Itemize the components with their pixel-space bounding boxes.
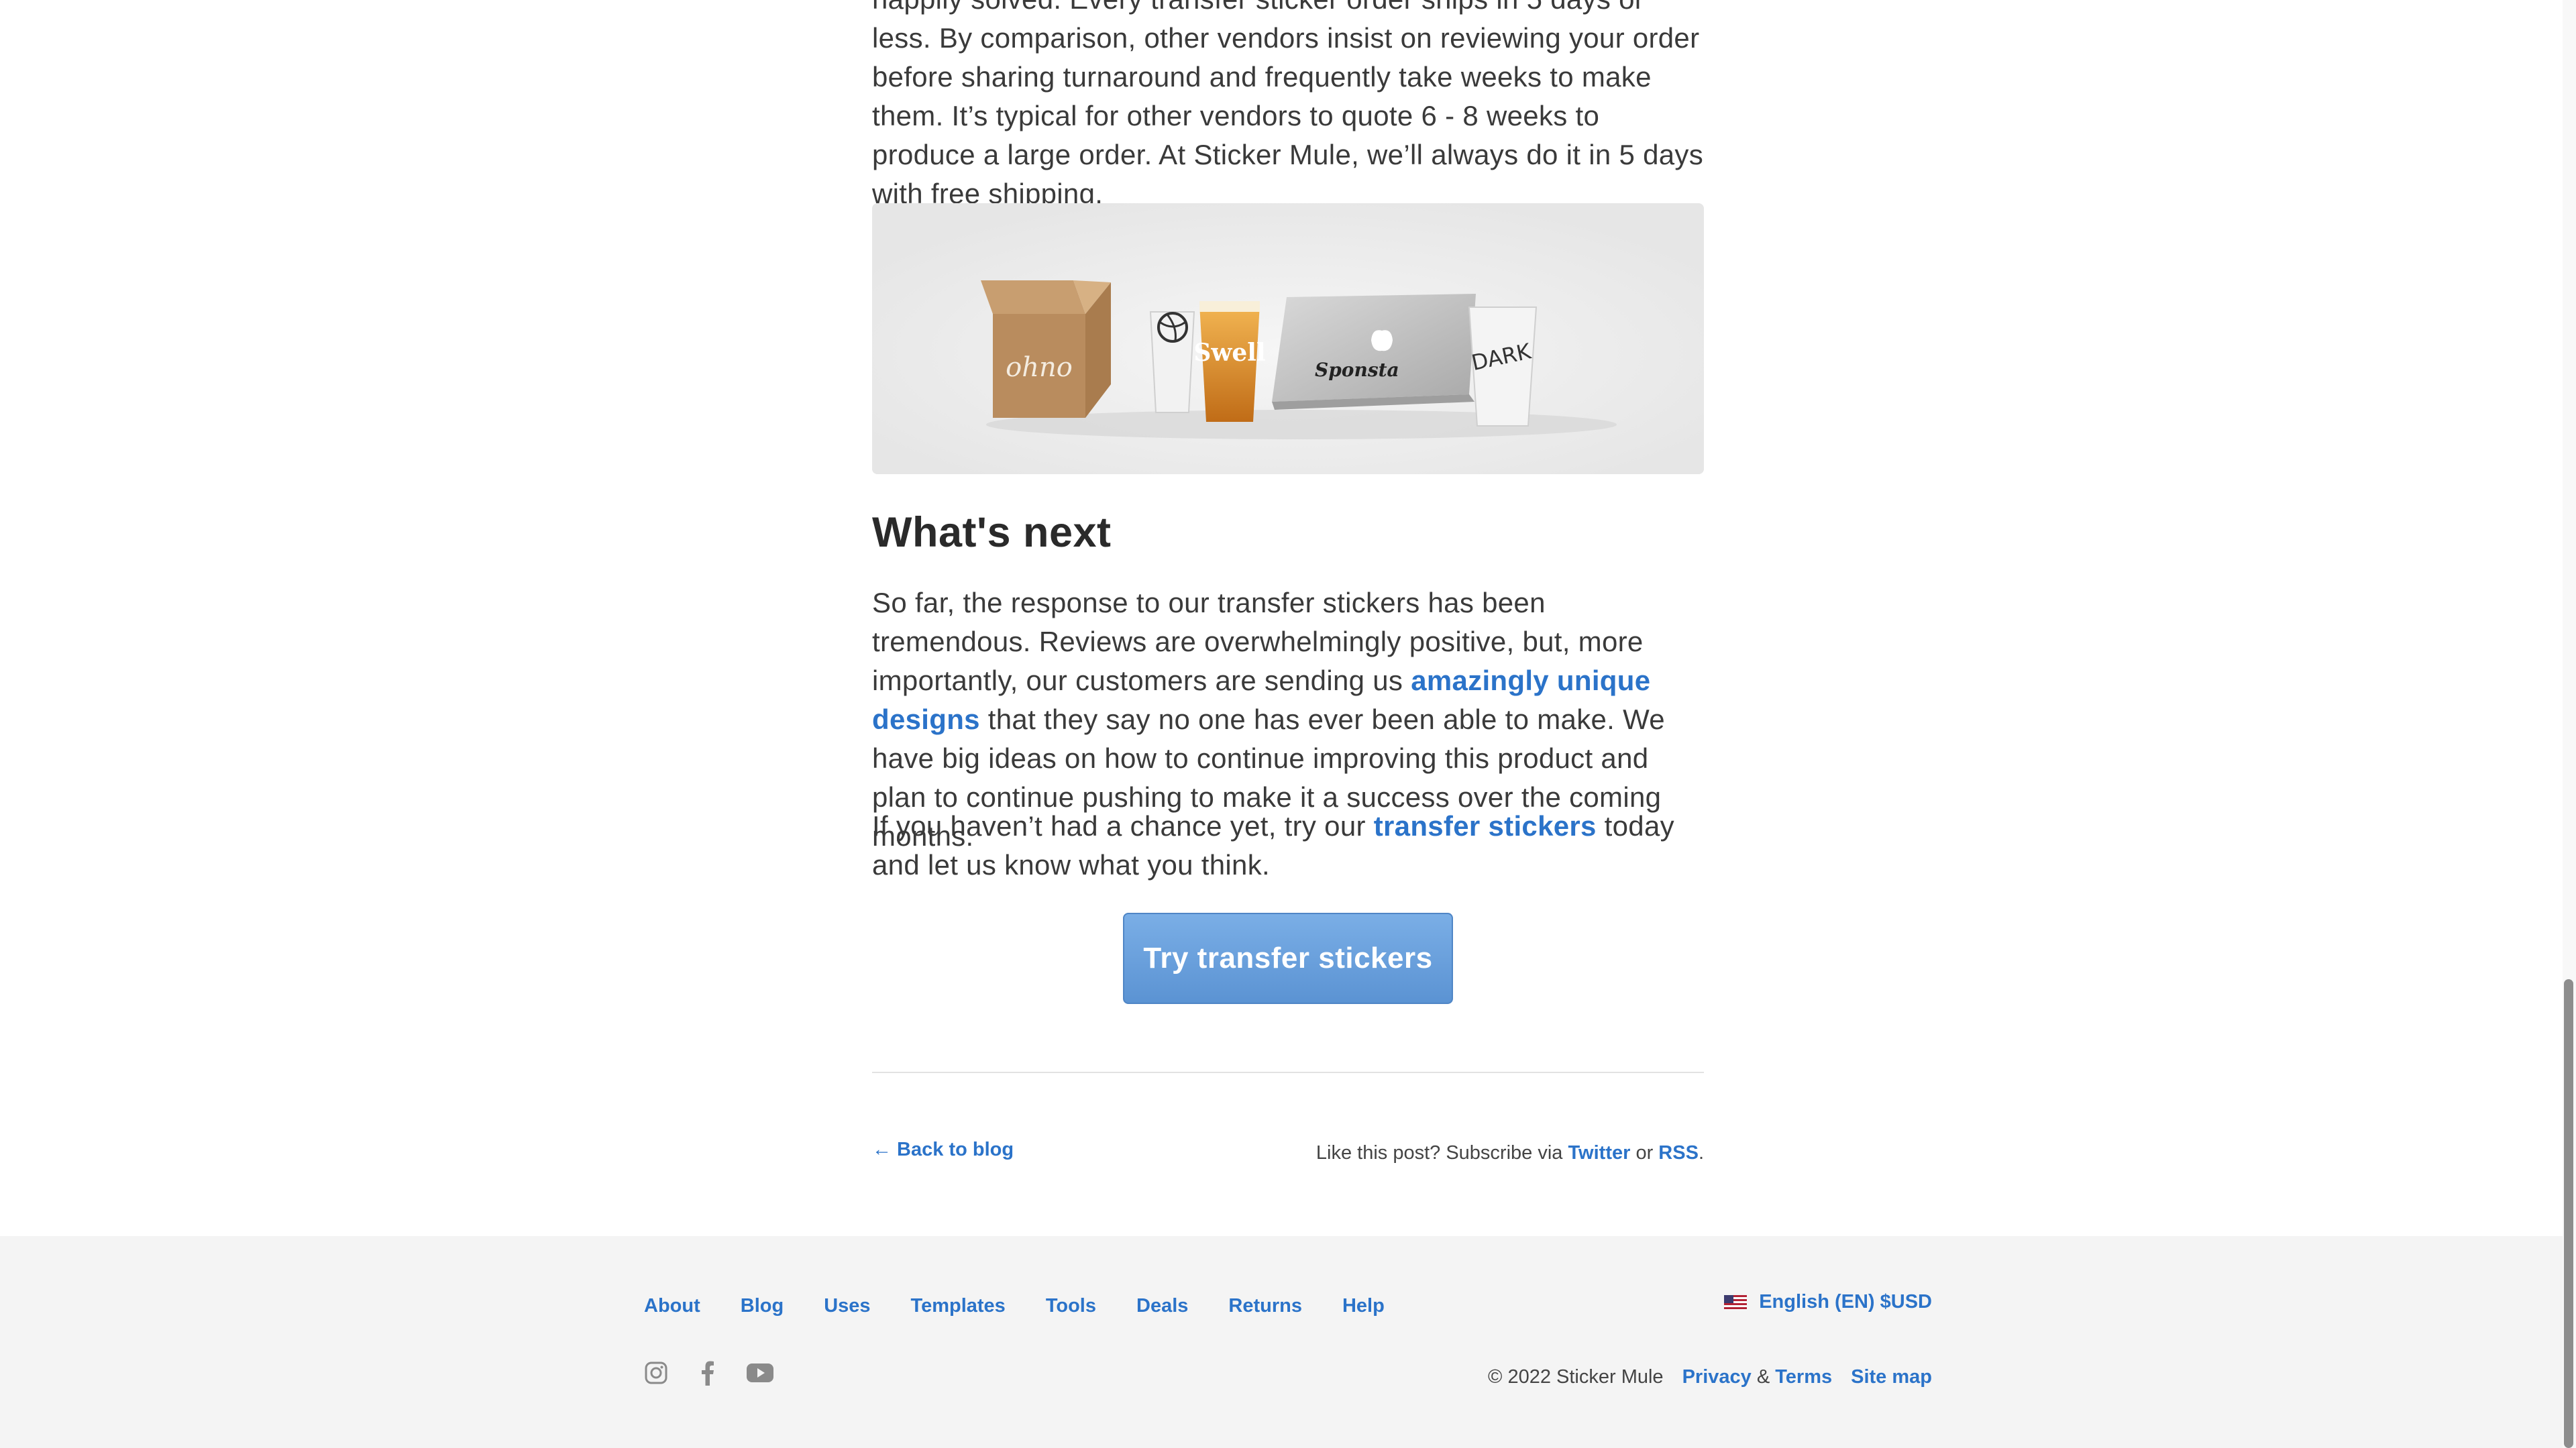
page-scrollbar[interactable] [2563,0,2576,1448]
terms-link[interactable]: Terms [1775,1366,1832,1388]
us-flag-icon [1724,1294,1748,1310]
p3-text-before: If you haven’t had a chance yet, try our [872,810,1374,842]
site-footer: About Blog Uses Templates Tools Deals Re… [0,1236,2576,1448]
cardboard-box: ohno [981,280,1111,418]
glass-sticker-text: Swell [1193,339,1265,367]
divider [872,1072,1704,1073]
try-paragraph: If you haven’t had a chance yet, try our… [872,807,1704,885]
subscribe-line: Like this post? Subscribe via Twitter or… [1316,1142,1704,1164]
dark-glass: DARK [1468,307,1538,427]
youtube-icon[interactable] [746,1363,774,1383]
laptop-sticker-text: Sponsta [1315,359,1399,381]
footer-link-help[interactable]: Help [1342,1295,1385,1317]
box-sticker-text: ohno [1006,352,1073,383]
facebook-icon[interactable] [699,1360,715,1386]
hero-image: ohno Swell Sponsta DARK [872,203,1704,474]
back-to-blog-link[interactable]: ← Back to blog [872,1139,1014,1161]
copyright-text: © 2022 Sticker Mule [1488,1366,1664,1388]
footer-link-blog[interactable]: Blog [741,1295,784,1317]
twitter-link[interactable]: Twitter [1568,1142,1630,1164]
ampersand-text: & [1751,1366,1776,1388]
social-links [644,1360,774,1386]
locale-label: English (EN) $USD [1759,1291,1932,1313]
empty-glass [1149,311,1195,413]
footer-link-tools[interactable]: Tools [1046,1295,1096,1317]
footer-link-about[interactable]: About [644,1295,700,1317]
site-map-link[interactable]: Site map [1851,1366,1932,1388]
scrollbar-thumb[interactable] [2564,979,2573,1448]
try-transfer-stickers-button[interactable]: Try transfer stickers [1123,913,1453,1004]
privacy-link[interactable]: Privacy [1682,1366,1752,1388]
section-heading: What's next [872,509,1112,556]
footer-link-templates[interactable]: Templates [911,1295,1006,1317]
product-photo: ohno Swell Sponsta DARK [872,203,1704,474]
locale-selector[interactable]: English (EN) $USD [1724,1291,1932,1313]
or-text: or [1630,1142,1659,1164]
intro-paragraph: happily solved. Every transfer sticker o… [872,0,1703,209]
instagram-icon[interactable] [644,1361,668,1385]
footer-nav: About Blog Uses Templates Tools Deals Re… [644,1295,1425,1317]
laptop: Sponsta [1272,294,1476,410]
period-text: . [1698,1142,1704,1164]
rss-link[interactable]: RSS [1658,1142,1699,1164]
legal-line: © 2022 Sticker Mule Privacy & Terms Site… [1488,1366,1932,1388]
subscribe-prefix: Like this post? Subscribe via [1316,1142,1568,1164]
transfer-stickers-link[interactable]: transfer stickers [1374,810,1597,842]
footer-link-deals[interactable]: Deals [1136,1295,1188,1317]
footer-link-uses[interactable]: Uses [824,1295,870,1317]
footer-link-returns[interactable]: Returns [1228,1295,1302,1317]
